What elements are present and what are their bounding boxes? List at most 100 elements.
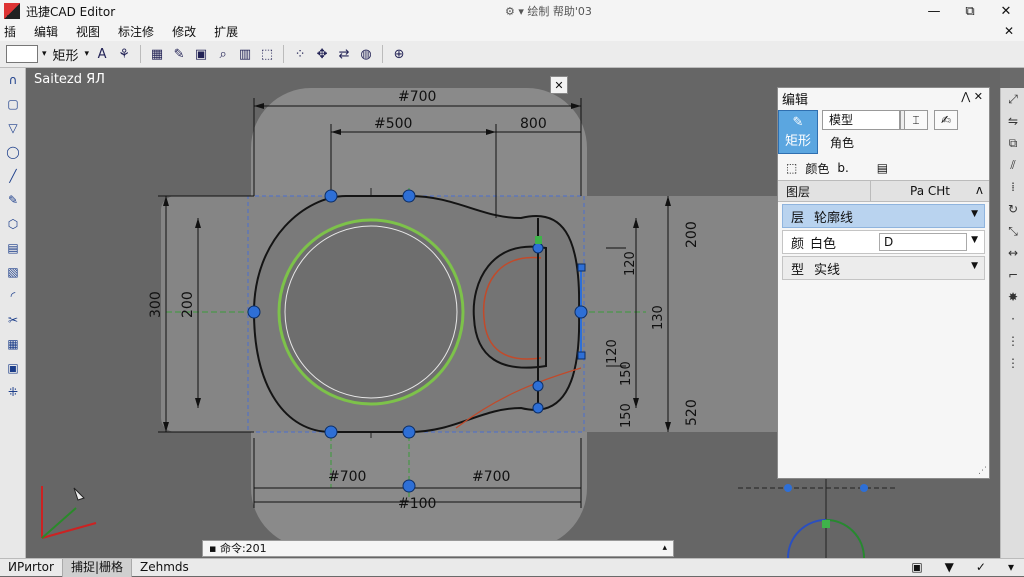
menu-item-4[interactable]: 修改 xyxy=(172,23,196,40)
move-icon[interactable]: ✥ xyxy=(313,45,331,63)
dot-icon[interactable]: · xyxy=(1001,308,1024,330)
color-line-value: b. xyxy=(837,161,849,175)
menu-bar: 插 编辑 视图 标注修 修改 扩展 ✕ xyxy=(0,22,1024,41)
snap-icon[interactable]: ⁘ xyxy=(291,45,309,63)
layer-tool-icon[interactable]: ⚘ xyxy=(115,45,133,63)
menu-close-icon[interactable]: ✕ xyxy=(1004,24,1014,38)
check-icon[interactable]: ✓ xyxy=(976,560,986,574)
title-bar: 迅捷CAD Editor ⚙ ▾ 绘制 帮助'03 — ⧉ ✕ xyxy=(0,0,1024,22)
table-icon[interactable]: ▦ xyxy=(148,45,166,63)
menu-item-1[interactable]: 编辑 xyxy=(34,23,58,40)
minimize-button[interactable]: — xyxy=(916,0,952,22)
copy-icon[interactable]: ⧉ xyxy=(1001,132,1024,154)
trim-tool-icon[interactable]: ✂ xyxy=(0,308,26,332)
menu-item-2[interactable]: 视图 xyxy=(76,23,100,40)
resize-grip-icon[interactable]: ⋰ xyxy=(978,466,987,476)
menu-item-5[interactable]: 扩展 xyxy=(214,23,238,40)
linetype-field[interactable]: 型 实线 ▼ xyxy=(782,256,985,280)
hatch-tool-icon[interactable]: ▤ xyxy=(0,236,26,260)
ellipse-tool-icon[interactable]: ◯ xyxy=(0,140,26,164)
collapse-icon[interactable]: ʌ xyxy=(976,183,983,197)
rotate-icon[interactable]: ↻ xyxy=(1001,198,1024,220)
array-icon[interactable]: ⁞ xyxy=(1001,176,1024,198)
layer-field-value: 轮廓线 xyxy=(814,210,854,226)
vertical-dots-icon[interactable]: ⋮ xyxy=(1001,330,1024,352)
explode-icon[interactable]: ✸ xyxy=(1001,286,1024,308)
triangle-tool-icon[interactable]: ▽ xyxy=(0,116,26,140)
panel-title: 编辑 xyxy=(782,92,809,108)
status-item-1[interactable]: 捕捉|栅格 xyxy=(61,558,132,577)
polyline-tool-icon[interactable]: ╱ xyxy=(0,164,26,188)
color-field[interactable]: 颜 白色 D ▼ xyxy=(782,230,985,254)
layer-dropdown-icon[interactable]: ▼ xyxy=(971,209,978,219)
i-beam-icon[interactable]: ⌶ xyxy=(904,110,928,130)
rect-tool-icon[interactable]: ▢ xyxy=(0,92,26,116)
pen-tool-label: 矩形 xyxy=(784,134,811,149)
pencil-tool-icon[interactable]: ✎ xyxy=(0,188,26,212)
edit-icon[interactable]: ✎ xyxy=(170,45,188,63)
crosshair-icon[interactable]: ⊕ xyxy=(390,45,408,63)
menu-item-3[interactable]: 标注修 xyxy=(118,23,154,40)
arc-tool-icon[interactable]: ◜ xyxy=(0,284,26,308)
toolbar-separator xyxy=(382,45,384,63)
stretch-icon[interactable]: ↔ xyxy=(1001,242,1024,264)
linetype-field-label: 型 xyxy=(791,262,805,278)
command-line[interactable]: ▪ 命令:201 ▴ xyxy=(202,540,674,557)
line-tool-icon[interactable]: ∩ xyxy=(0,68,26,92)
main-circle[interactable] xyxy=(277,218,465,406)
color-line-label: 颜色 xyxy=(805,161,830,176)
block-tool-icon[interactable]: ▧ xyxy=(0,260,26,284)
pan-icon[interactable]: ⇄ xyxy=(335,45,353,63)
close-button[interactable]: ✕ xyxy=(988,0,1024,22)
dim-right-d: 120 xyxy=(605,339,620,364)
grid-toggle-icon[interactable]: ▣ xyxy=(911,560,922,574)
model-combo[interactable]: 模型 xyxy=(822,110,900,130)
shape-dropdown-icon[interactable]: ▾ xyxy=(42,49,47,59)
mirror-icon[interactable]: ⇋ xyxy=(1001,110,1024,132)
dim-bottom-left: #700 xyxy=(328,469,366,485)
dim-left-inner: 200 xyxy=(180,291,196,318)
vertical-dots-icon-2[interactable]: ⋮ xyxy=(1001,352,1024,374)
dim-right-g: 520 xyxy=(684,399,700,426)
filter-icon[interactable]: ▼ xyxy=(945,560,954,574)
text-style-icon[interactable]: A xyxy=(93,45,111,63)
edit-box-icon[interactable]: ✍ xyxy=(934,110,958,130)
polygon-tool-icon[interactable]: ⬡ xyxy=(0,212,26,236)
building-icon[interactable]: ▥ xyxy=(236,45,254,63)
pick-icon[interactable]: ⬚ xyxy=(786,161,797,175)
settings-dropdown-icon[interactable]: ▾ xyxy=(1008,560,1014,574)
status-item-2[interactable]: Zehmds xyxy=(132,559,197,577)
pen-tool-button[interactable]: ✎ 矩形 xyxy=(778,110,818,154)
zoom-window-icon[interactable]: ◍ xyxy=(357,45,375,63)
modify-tool-strip: ⤢ ⇋ ⧉ ⫽ ⁞ ↻ ⤡ ↔ ⌐ ✸ · ⋮ ⋮ xyxy=(1000,88,1024,558)
offset-icon[interactable]: ⫽ xyxy=(1001,154,1024,176)
image-tool-icon[interactable]: ▣ xyxy=(0,356,26,380)
panel-header-buttons[interactable]: ⋀ ✕ xyxy=(961,90,983,103)
point-tool-icon[interactable]: ⁜ xyxy=(0,380,26,404)
quick-select-icon[interactable]: ▤ xyxy=(877,161,888,175)
select-region-icon[interactable]: ⬚ xyxy=(258,45,276,63)
linetype-dropdown-icon[interactable]: ▼ xyxy=(971,261,978,271)
title-quick-access[interactable]: ⚙ ▾ 绘制 帮助'03 xyxy=(505,3,592,19)
ucs-axis-icon xyxy=(41,486,97,539)
shape-preview[interactable] xyxy=(6,45,38,63)
layer-section-header[interactable]: 图层 Pa CHt ʌ xyxy=(778,180,989,202)
layer-field[interactable]: 层 轮廓线 ▼ xyxy=(782,204,985,228)
color-value-input[interactable]: D xyxy=(879,233,967,251)
window-controls: — ⧉ ✕ xyxy=(916,0,1024,22)
grip-green[interactable] xyxy=(535,236,542,244)
table-tool-icon[interactable]: ▦ xyxy=(0,332,26,356)
fillet-icon[interactable]: ⌐ xyxy=(1001,264,1024,286)
color-field-value: 白色 xyxy=(810,236,837,252)
zoom-icon[interactable]: ⌕ xyxy=(214,45,232,63)
color-dropdown-icon[interactable]: ▼ xyxy=(971,235,978,245)
menu-item-0[interactable]: 插 xyxy=(4,23,16,40)
shape-type-dropdown-icon[interactable]: ▾ xyxy=(85,49,90,59)
scale-icon[interactable]: ⤡ xyxy=(1001,220,1024,242)
zoom-extents-icon[interactable]: ⤢ xyxy=(1001,88,1024,110)
maximize-button[interactable]: ⧉ xyxy=(952,0,988,22)
status-item-0[interactable]: ИРиrtor xyxy=(0,559,62,577)
image-icon[interactable]: ▣ xyxy=(192,45,210,63)
command-expand-icon[interactable]: ▴ xyxy=(662,541,667,556)
shape-type-label[interactable]: 矩形 xyxy=(53,45,79,64)
